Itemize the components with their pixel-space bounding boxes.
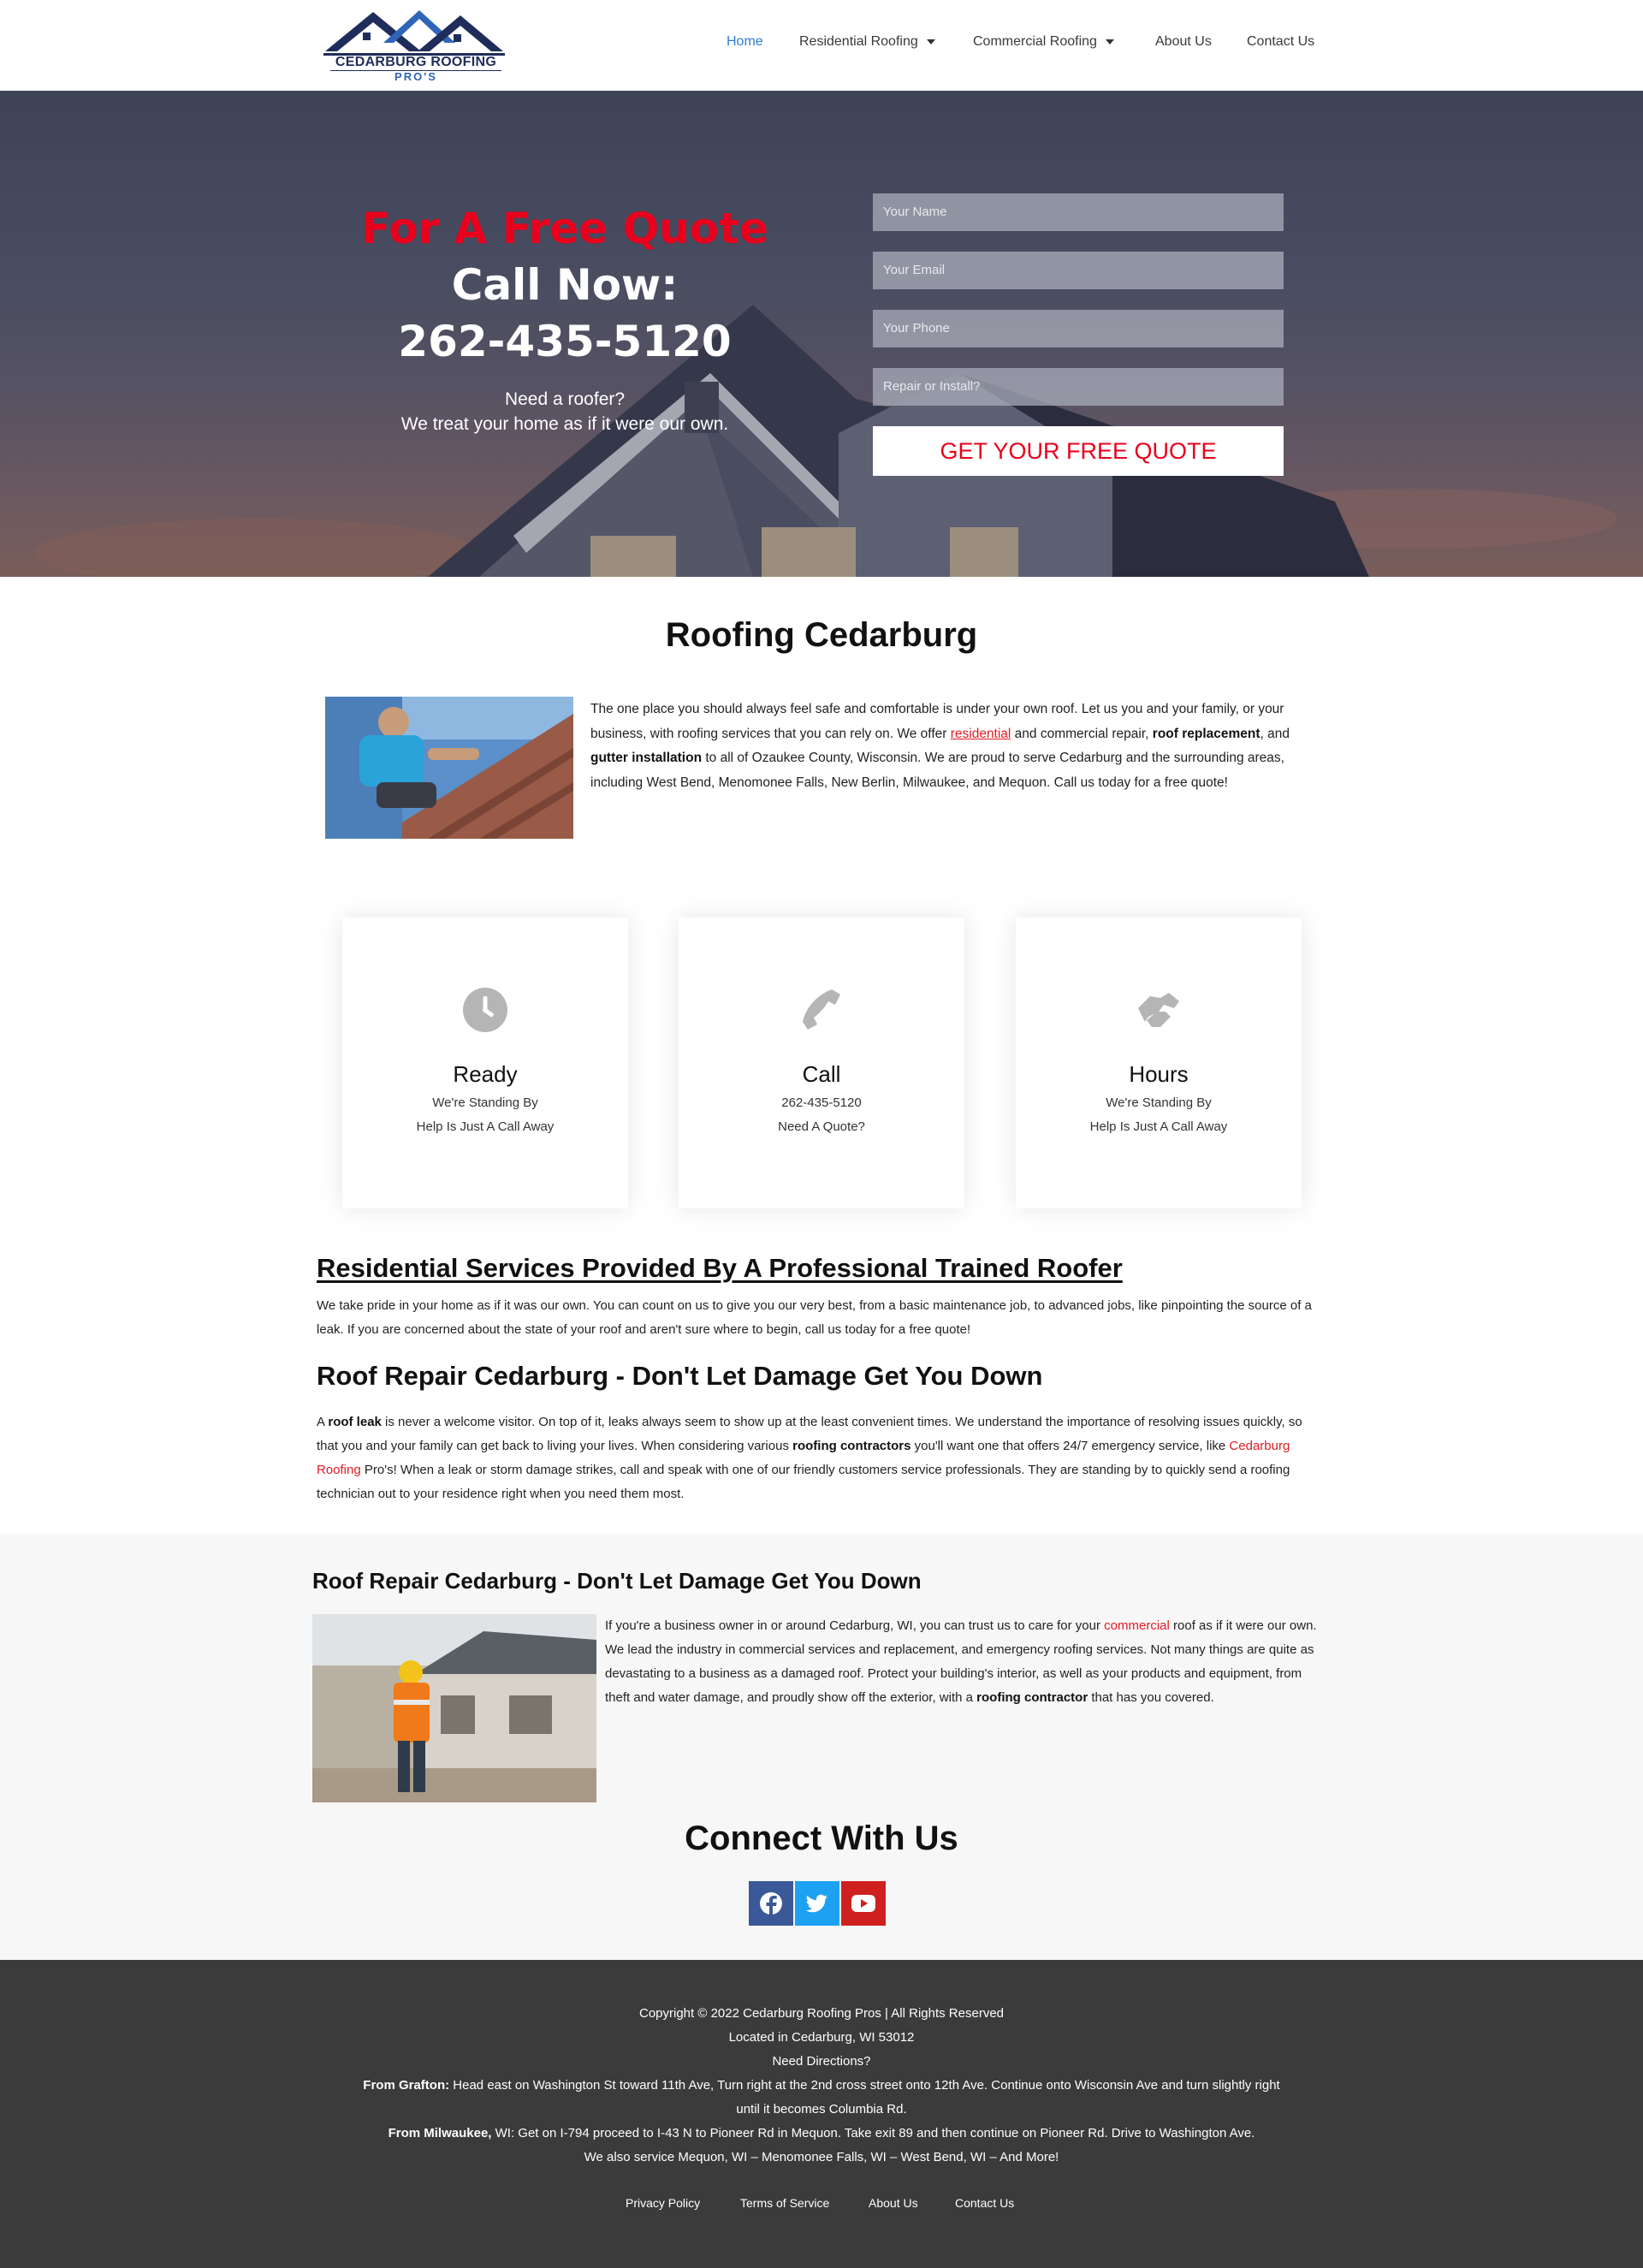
logo-subtext: PRO'S: [330, 70, 501, 83]
twitter-icon: [795, 1881, 839, 1926]
residential-heading: Residential Services Provided By A Profe…: [317, 1253, 1123, 1283]
nav-label: Residential Roofing: [799, 34, 918, 49]
footer-grafton-directions: From Grafton: Head east on Washington St…: [0, 2074, 1643, 2098]
nav-contact-us[interactable]: Contact Us: [1247, 34, 1314, 50]
milwaukee-text: WI: Get on I-794 proceed to I-43 N to Pi…: [491, 2126, 1255, 2140]
grafton-text: Head east on Washington St toward 11th A…: [449, 2078, 1280, 2093]
card-line: Help Is Just A Call Away: [416, 1119, 555, 1134]
service-type-field[interactable]: Repair or Install?: [873, 368, 1284, 406]
footer-copyright: Copyright © 2022 Cedarburg Roofing Pros …: [639, 2006, 1004, 2021]
hero-call-now: Call Now:: [451, 260, 679, 310]
site-header: CEDARBURG ROOFING PRO'S Home Residential…: [0, 0, 1643, 91]
footer-nav: Privacy Policy Terms of Service About Us…: [0, 2196, 1643, 2217]
feature-card-ready: Ready We're Standing By Help Is Just A C…: [342, 917, 628, 1208]
commercial-heading: Roof Repair Cedarburg - Don't Let Damage…: [312, 1568, 922, 1594]
repair-bold-1: roof leak: [328, 1415, 382, 1429]
card-phone[interactable]: 262-435-5120: [679, 1095, 964, 1110]
hero-section: For A Free Quote Call Now: 262-435-5120 …: [0, 91, 1643, 577]
connect-heading: Connect With Us: [685, 1820, 958, 1857]
chevron-down-icon: [1105, 39, 1114, 45]
intro-paragraph: The one place you should always feel saf…: [590, 698, 1318, 795]
residential-paragraph: We take pride in your home as if it was …: [317, 1298, 1312, 1337]
construction-worker-image: [312, 1614, 596, 1802]
main-nav: Home Residential Roofing Commercial Roof…: [0, 34, 1643, 55]
hero-overlay: [0, 91, 1643, 577]
phone-icon: [803, 989, 840, 1030]
commercial-link[interactable]: commercial: [1104, 1618, 1170, 1633]
hero-phone-number[interactable]: 262-435-5120: [308, 313, 822, 370]
get-quote-button[interactable]: GET YOUR FREE QUOTE: [873, 426, 1284, 476]
name-field[interactable]: Your Name: [873, 193, 1284, 231]
card-line: We're Standing By: [432, 1095, 538, 1110]
hero-headline: For A Free Quote: [361, 204, 768, 253]
repair-text-3: you'll want one that offers 24/7 emergen…: [910, 1439, 1230, 1453]
intro-bold-2: gutter installation: [590, 751, 703, 765]
clock-icon: [463, 988, 507, 1032]
youtube-icon: [841, 1881, 886, 1926]
nav-commercial-roofing[interactable]: Commercial Roofing: [973, 34, 1114, 50]
nav-about-us[interactable]: About Us: [1155, 34, 1212, 50]
repair-text-1: A: [317, 1415, 329, 1429]
residential-link[interactable]: residential: [951, 727, 1011, 741]
footer-service-areas: We also service Mequon, WI – Menomonee F…: [584, 2150, 1059, 2164]
nav-home[interactable]: Home: [727, 34, 763, 50]
feature-card-hours: Hours We're Standing By Help Is Just A C…: [1016, 917, 1302, 1208]
roofer-working-image: [325, 697, 573, 839]
card-title: Hours: [1129, 1061, 1189, 1087]
repair-bold-2: roofing contractors: [792, 1439, 911, 1453]
card-line: We're Standing By: [1106, 1095, 1212, 1110]
hero-subtext: Need a roofer? We treat your home as if …: [308, 387, 822, 436]
hero-cta: For A Free Quote Call Now: 262-435-5120 …: [308, 200, 822, 436]
grafton-label: From Grafton:: [363, 2078, 450, 2093]
card-title: Ready: [453, 1061, 518, 1087]
commercial-paragraph: If you're a business owner in or around …: [605, 1614, 1324, 1710]
hero-subtext-line2: We treat your home as if it were our own…: [400, 414, 729, 434]
roof-repair-paragraph: A roof leak is never a welcome visitor. …: [317, 1410, 1326, 1506]
terms-of-service-link[interactable]: Terms of Service: [740, 2196, 829, 2210]
logo-text: CEDARBURG ROOFING: [335, 55, 497, 69]
intro-text-3: , and: [1260, 726, 1290, 741]
chevron-down-icon: [926, 39, 935, 45]
card-title: Call: [802, 1061, 841, 1087]
nav-label: Commercial Roofing: [973, 34, 1097, 49]
nav-residential-roofing[interactable]: Residential Roofing: [799, 34, 935, 50]
roof-repair-heading: Roof Repair Cedarburg - Don't Let Damage…: [317, 1361, 1043, 1391]
footer-contact-link[interactable]: Contact Us: [955, 2196, 1014, 2210]
email-field[interactable]: Your Email: [873, 252, 1284, 289]
commercial-text-1: If you're a business owner in or around …: [605, 1618, 1105, 1633]
handshake-icon: [1138, 993, 1179, 1027]
commercial-text-3: that has you covered.: [1088, 1690, 1214, 1705]
phone-field[interactable]: Your Phone: [873, 310, 1284, 347]
page-title: Roofing Cedarburg: [665, 616, 978, 654]
facebook-link[interactable]: [749, 1881, 793, 1926]
feature-card-call: Call 262-435-5120 Need A Quote?: [679, 917, 964, 1208]
commercial-bold-1: roofing contractor: [976, 1690, 1088, 1705]
intro-text-2: and commercial repair,: [1011, 726, 1153, 741]
youtube-link[interactable]: [841, 1881, 886, 1926]
privacy-policy-link[interactable]: Privacy Policy: [626, 2196, 700, 2210]
footer-directions-heading: Need Directions?: [772, 2054, 871, 2069]
twitter-link[interactable]: [795, 1881, 839, 1926]
intro-bold-1: roof replacement: [1152, 726, 1260, 741]
footer-grafton-directions-2: until it becomes Columbia Rd.: [736, 2102, 907, 2117]
quote-form: Your Name Your Email Your Phone Repair o…: [873, 193, 1284, 476]
card-line: Help Is Just A Call Away: [1089, 1119, 1228, 1134]
hero-subtext-line1: Need a roofer?: [504, 389, 626, 409]
milwaukee-label: From Milwaukee,: [388, 2126, 492, 2140]
facebook-icon: [749, 1881, 793, 1926]
footer-milwaukee-directions: From Milwaukee, WI: Get on I-794 proceed…: [0, 2122, 1643, 2146]
repair-text-4: Pro's! When a leak or storm damage strik…: [317, 1463, 1290, 1501]
footer-about-link[interactable]: About Us: [869, 2196, 918, 2210]
card-line: Need A Quote?: [778, 1119, 865, 1134]
footer-location: Located in Cedarburg, WI 53012: [728, 2030, 915, 2045]
